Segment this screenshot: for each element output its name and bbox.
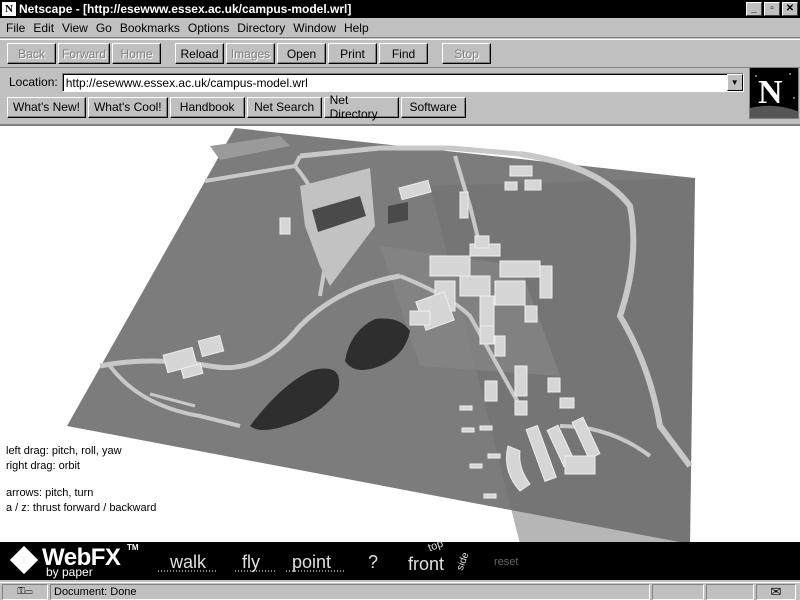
building-main-12 (474, 235, 490, 249)
software-button[interactable]: Software (400, 96, 466, 118)
location-input[interactable]: http://esewww.essex.ac.uk/campus-model.w… (61, 72, 744, 92)
view-front-button[interactable]: front (408, 554, 444, 575)
building-s-1 (479, 325, 495, 345)
find-button[interactable]: Find (379, 43, 428, 64)
security-key-icon: ⚿▭ (2, 583, 48, 600)
netscape-logo[interactable]: N (749, 67, 799, 119)
status-bar: ⚿▭ Document: Done ✉ (0, 582, 800, 600)
walk-button[interactable]: walk (170, 552, 206, 573)
webfx-logo-icon (9, 545, 39, 575)
minimize-button[interactable]: _ (746, 2, 762, 16)
open-button[interactable]: Open (277, 43, 326, 64)
building-main-11 (409, 310, 431, 326)
building-n-1 (459, 191, 469, 219)
menu-directory[interactable]: Directory (235, 21, 291, 35)
building-ne-cluster-2 (524, 179, 542, 191)
print-button[interactable]: Print (328, 43, 377, 64)
menu-edit[interactable]: Edit (31, 21, 60, 35)
view-side-button[interactable]: side (455, 551, 472, 572)
forward-button[interactable]: Forward (58, 43, 110, 64)
building-main-3 (499, 260, 541, 278)
netscape-n-icon[interactable]: N (2, 2, 16, 16)
menu-bookmarks[interactable]: Bookmarks (118, 21, 186, 35)
menu-help[interactable]: Help (342, 21, 375, 35)
help-button[interactable]: ? (368, 552, 378, 573)
help-text-keys: arrows: pitch, turn a / z: thrust forwar… (6, 486, 156, 516)
location-bar: Location: http://esewww.essex.ac.uk/camp… (0, 70, 750, 94)
building-s-6 (514, 400, 528, 416)
location-url: http://esewww.essex.ac.uk/campus-model.w… (65, 75, 308, 90)
fly-button[interactable]: fly (242, 552, 260, 573)
building-s-7 (559, 397, 575, 409)
menu-options[interactable]: Options (186, 21, 235, 35)
status-box (706, 583, 754, 600)
title-bar: N Netscape - [http://esewww.essex.ac.uk/… (0, 0, 800, 18)
maximize-button[interactable]: ▫ (764, 2, 780, 16)
home-button[interactable]: Home (112, 43, 161, 64)
building-nw-2 (279, 217, 291, 235)
help-line-thrust: a / z: thrust forward / backward (6, 502, 157, 514)
handbook-button[interactable]: Handbook (169, 96, 245, 118)
building-s-5 (547, 377, 561, 393)
whats-cool-button[interactable]: What's Cool! (87, 96, 168, 118)
mail-icon[interactable]: ✉ (756, 583, 796, 600)
help-line-left-drag: left drag: pitch, roll, yaw (6, 445, 122, 457)
building-main-9 (539, 265, 553, 299)
building-wing-b (461, 427, 475, 433)
building-ne-cluster-3 (504, 181, 518, 191)
menu-file[interactable]: File (4, 21, 31, 35)
help-line-arrows: arrows: pitch, turn (6, 487, 94, 499)
building-se-4 (564, 455, 596, 475)
building-wing-d (487, 453, 501, 459)
close-button[interactable]: ✕ (782, 2, 798, 16)
building-wing-a (459, 405, 473, 411)
menu-go[interactable]: Go (94, 21, 118, 35)
vrml-viewport[interactable]: left drag: pitch, roll, yaw right drag: … (0, 124, 800, 542)
menu-view[interactable]: View (60, 21, 94, 35)
help-line-right-drag: right drag: orbit (6, 460, 80, 472)
point-button[interactable]: point (292, 552, 331, 573)
back-button[interactable]: Back (7, 43, 56, 64)
webfx-control-bar: WebFX TM by paper walk fly point ? top f… (0, 538, 800, 580)
webfx-trademark: TM (127, 543, 139, 552)
building-main-5 (459, 275, 491, 297)
reload-button[interactable]: Reload (175, 43, 224, 64)
images-button[interactable]: Images (226, 43, 275, 64)
net-search-button[interactable]: Net Search (246, 96, 322, 118)
progress-box (652, 583, 704, 600)
building-wing-c (479, 425, 493, 431)
building-s-2 (494, 335, 506, 357)
window-title: Netscape - [http://esewww.essex.ac.uk/ca… (19, 2, 352, 16)
building-main-6 (494, 280, 526, 306)
building-ne-cluster-1 (509, 165, 533, 177)
webfx-by-paper: by paper (46, 565, 93, 579)
whats-new-button[interactable]: What's New! (7, 96, 86, 118)
menu-window[interactable]: Window (291, 21, 342, 35)
stop-button[interactable]: Stop (442, 43, 491, 64)
net-directory-button[interactable]: Net Directory (323, 93, 399, 121)
building-s-4 (514, 365, 528, 397)
building-wing-f (483, 493, 497, 499)
help-text-nav: left drag: pitch, roll, yaw right drag: … (6, 444, 122, 474)
status-text: Document: Done (50, 583, 650, 600)
netscape-logo-letter: N (758, 74, 783, 111)
building-main-10 (524, 305, 538, 323)
building-s-3 (484, 380, 498, 402)
campus-3d-scene[interactable] (0, 126, 800, 542)
reset-button[interactable]: reset (494, 556, 518, 568)
location-label: Location: (9, 75, 58, 89)
location-dropdown-icon[interactable]: ▼ (726, 73, 743, 91)
building-main-1 (429, 255, 471, 277)
menu-bar: File Edit View Go Bookmarks Options Dire… (0, 18, 800, 38)
building-wing-e (469, 463, 483, 469)
directory-buttons: What's New! What's Cool! Handbook Net Se… (0, 93, 750, 121)
navigation-toolbar: Back Forward Home Reload Images Open Pri… (0, 39, 800, 68)
